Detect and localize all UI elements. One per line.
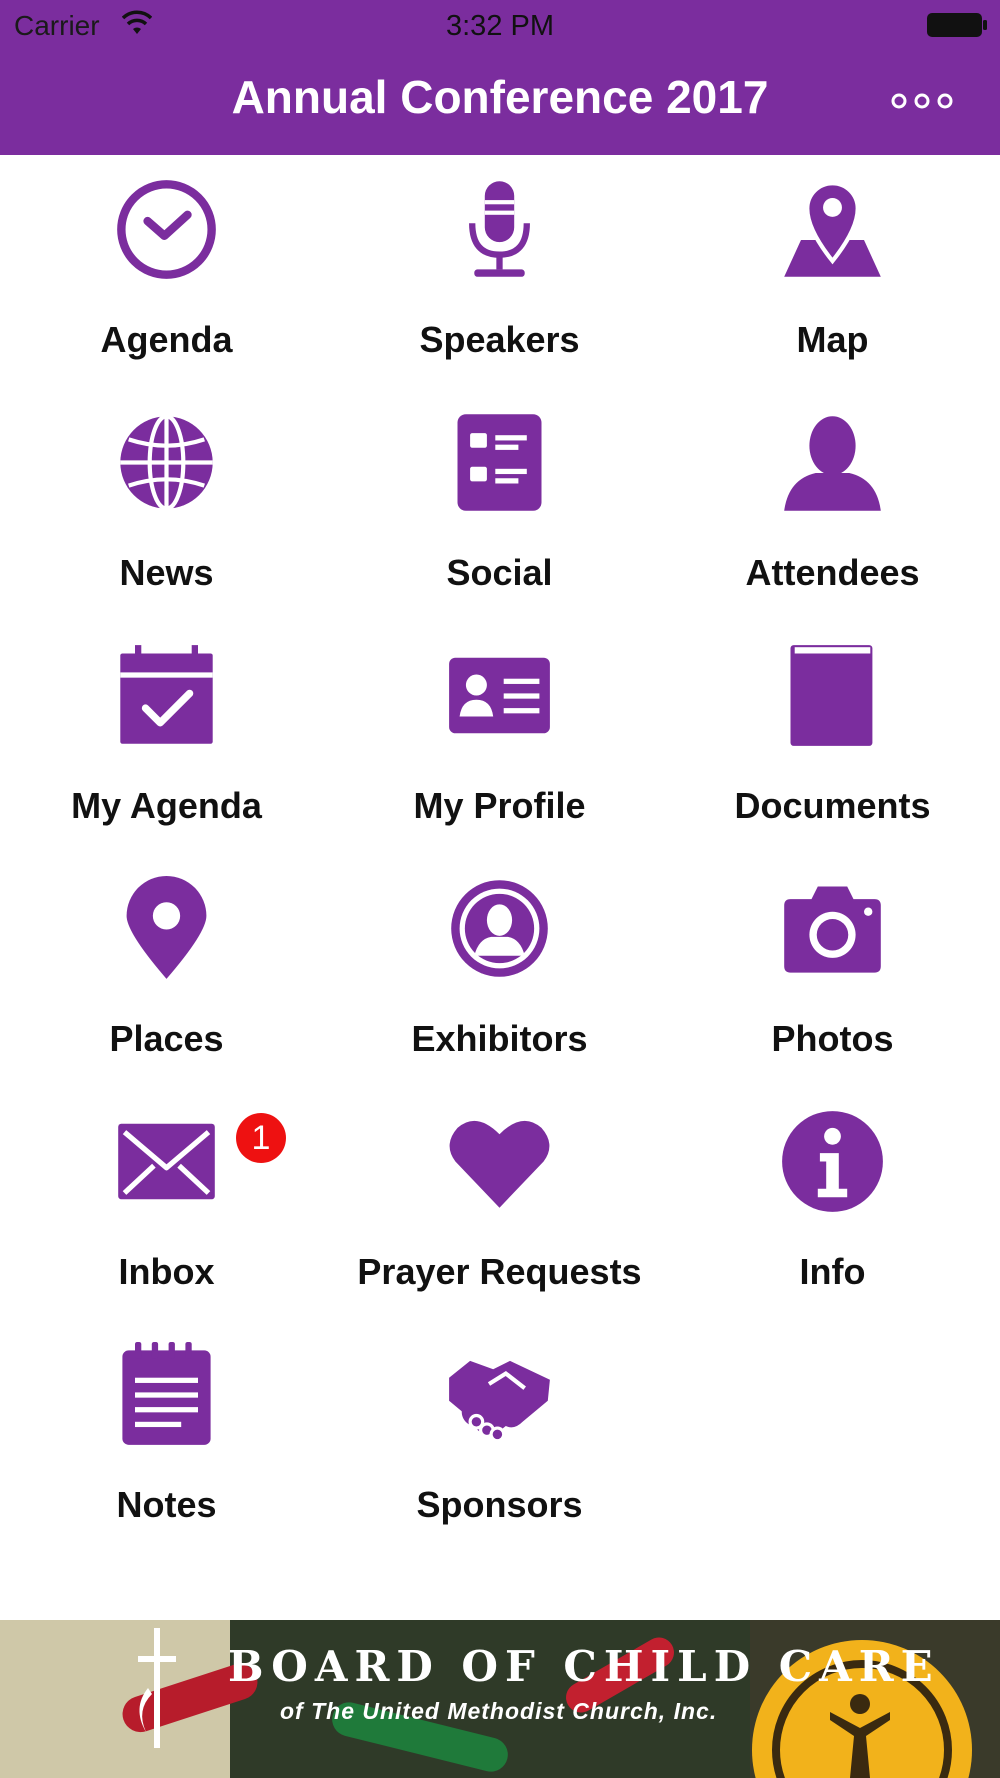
page-title: Annual Conference 2017 xyxy=(231,71,769,123)
clock-check-icon xyxy=(114,177,219,282)
menu-item-sponsors[interactable]: Sponsors xyxy=(333,1320,666,1553)
menu-item-social[interactable]: Social xyxy=(333,388,666,621)
menu-item-places[interactable]: Places xyxy=(0,854,333,1087)
menu-item-label: Info xyxy=(799,1251,866,1292)
header-bar: Annual Conference 2017 xyxy=(0,50,1000,155)
envelope-icon xyxy=(114,1109,219,1214)
menu-item-documents[interactable]: Documents xyxy=(666,621,999,854)
menu-item-label: My Agenda xyxy=(71,785,262,826)
unread-badge: 1 xyxy=(236,1113,286,1163)
microphone-icon xyxy=(447,177,552,282)
sponsor-banner[interactable]: BOARD OF CHILD CARE of The United Method… xyxy=(0,1620,1000,1778)
banner-headline: BOARD OF CHILD CARE xyxy=(228,1642,940,1691)
menu-item-prayer-requests[interactable]: Prayer Requests xyxy=(333,1087,666,1320)
menu-item-label: Attendees xyxy=(745,552,920,593)
menu-item-notes[interactable]: Notes xyxy=(0,1320,333,1553)
banner-subline: of The United Methodist Church, Inc. xyxy=(280,1698,718,1724)
notepad-icon xyxy=(114,1342,219,1447)
menu-item-inbox[interactable]: Inbox xyxy=(0,1087,333,1320)
menu-item-label: My Profile xyxy=(413,785,586,826)
menu-item-exhibitors[interactable]: Exhibitors xyxy=(333,854,666,1087)
person-icon xyxy=(780,410,885,515)
battery-icon xyxy=(927,13,987,37)
menu-item-label: Inbox xyxy=(118,1251,215,1292)
child-figure-logo xyxy=(830,1694,890,1778)
info-icon xyxy=(780,1109,885,1214)
menu-item-label: Sponsors xyxy=(416,1484,583,1525)
calendar-check-icon xyxy=(114,643,219,748)
menu-item-label: Places xyxy=(109,1018,224,1059)
list-card-icon xyxy=(447,410,552,515)
menu-item-info[interactable]: Info xyxy=(666,1087,999,1320)
menu-item-map[interactable]: Map xyxy=(666,155,999,388)
handshake-icon xyxy=(447,1342,552,1447)
menu-item-label: News xyxy=(119,552,214,593)
menu-item-my-agenda[interactable]: My Agenda xyxy=(0,621,333,854)
menu-item-label: Prayer Requests xyxy=(357,1251,642,1292)
status-bar: Carrier 3:32 PM xyxy=(0,0,1000,50)
menu-item-label: Notes xyxy=(116,1484,217,1525)
map-pin-icon xyxy=(780,177,885,282)
menu-item-label: Documents xyxy=(734,785,931,826)
menu-item-label: Social xyxy=(446,552,553,593)
menu-item-label: Exhibitors xyxy=(411,1018,588,1059)
menu-item-news[interactable]: News xyxy=(0,388,333,621)
cross-flame-logo xyxy=(138,1628,176,1748)
clock-time: 3:32 PM xyxy=(446,10,554,42)
menu-item-my-profile[interactable]: My Profile xyxy=(333,621,666,854)
globe-icon xyxy=(114,410,219,515)
menu-item-photos[interactable]: Photos xyxy=(666,854,999,1087)
more-options-button[interactable] xyxy=(888,88,956,114)
id-card-icon xyxy=(447,643,552,748)
menu-item-attendees[interactable]: Attendees xyxy=(666,388,999,621)
menu-item-label: Map xyxy=(796,319,869,360)
menu-item-label: Photos xyxy=(771,1018,894,1059)
book-icon xyxy=(780,643,885,748)
menu-item-label: Speakers xyxy=(419,319,580,360)
person-circle-icon xyxy=(447,876,552,981)
menu-item-label: Agenda xyxy=(100,319,233,360)
menu-item-agenda[interactable]: Agenda xyxy=(0,155,333,388)
camera-icon xyxy=(780,876,885,981)
menu-item-speakers[interactable]: Speakers xyxy=(333,155,666,388)
more-dots-icon xyxy=(891,93,953,109)
heart-icon xyxy=(447,1109,552,1214)
location-pin-icon xyxy=(114,876,219,981)
menu-grid: Agenda Speakers Map News Social Attendee… xyxy=(0,155,1000,1620)
